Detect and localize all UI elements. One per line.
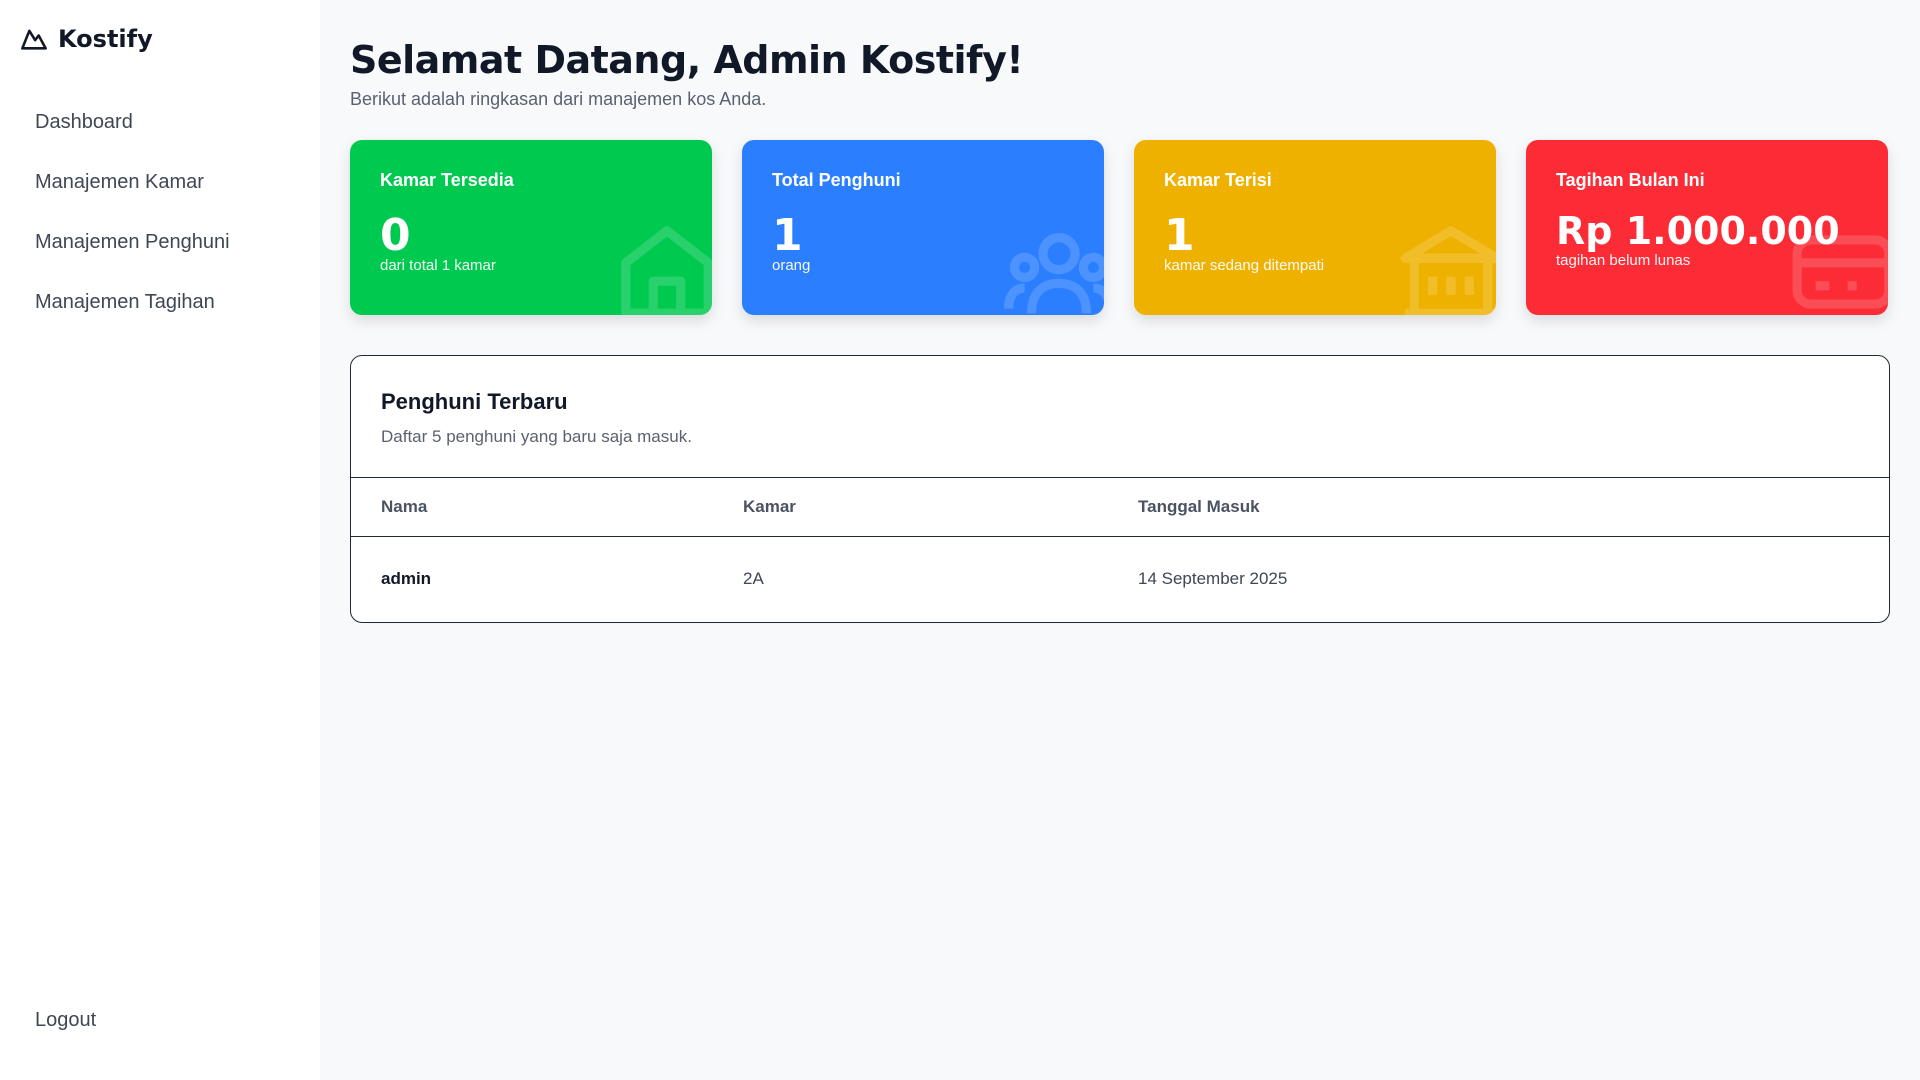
page-subtitle: Berikut adalah ringkasan dari manajemen … [350,89,767,109]
stat-card-kamar-tersedia: Kamar Tersedia 0 dari total 1 kamar [350,140,712,315]
stats-row: Kamar Tersedia 0 dari total 1 kamar Tota… [350,140,1890,315]
recent-residents-table: Nama Kamar Tanggal Masuk admin 2A 14 Sep… [351,478,1889,622]
column-header-tanggal-masuk: Tanggal Masuk [1138,478,1889,537]
stat-title: Kamar Tersedia [380,170,514,190]
stat-card-kamar-terisi: Kamar Terisi 1 kamar sedang ditempati [1134,140,1496,315]
building-icon [1400,226,1496,315]
recent-residents-card: Penghuni Terbaru Daftar 5 penghuni yang … [350,355,1890,623]
column-header-nama: Nama [351,478,743,537]
stat-card-total-penghuni: Total Penghuni 1 orang [742,140,1104,315]
stat-card-tagihan-bulan-ini: Tagihan Bulan Ini Rp 1.000.000 tagihan b… [1526,140,1888,315]
mountain-logo-icon [21,29,47,50]
table-header-row: Nama Kamar Tanggal Masuk [351,478,1889,537]
home-icon [621,226,712,315]
sidebar-item-manajemen-tagihan[interactable]: Manajemen Tagihan [20,276,300,328]
resident-name: admin [381,569,432,589]
column-header-kamar: Kamar [743,478,1138,537]
recent-residents-description: Daftar 5 penghuni yang baru saja masuk. [381,427,692,446]
sidebar-item-manajemen-penghuni[interactable]: Manajemen Penghuni [20,216,300,268]
users-icon [1004,233,1104,314]
page-title: Selamat Datang, Admin Kostify! [350,38,1024,82]
credit-card-icon [1792,235,1888,309]
sidebar: Kostify Dashboard Manajemen Kamar Manaje… [0,0,320,1080]
resident-date: 14 September 2025 [1138,569,1288,589]
brand[interactable]: Kostify [20,24,300,54]
recent-residents-title: Penghuni Terbaru [381,389,568,414]
main-content: Selamat Datang, Admin Kostify! Berikut a… [320,0,1920,1080]
recent-residents-header: Penghuni Terbaru Daftar 5 penghuni yang … [351,356,1889,478]
sidebar-nav: Dashboard Manajemen Kamar Manajemen Peng… [20,96,300,328]
logout-button[interactable]: Logout [20,998,300,1042]
sidebar-item-manajemen-kamar[interactable]: Manajemen Kamar [20,156,300,208]
sidebar-item-dashboard[interactable]: Dashboard [20,96,300,148]
table-row: admin 2A 14 September 2025 [351,536,1889,622]
resident-room: 2A [743,569,764,589]
stat-title: Tagihan Bulan Ini [1556,170,1705,190]
brand-name: Kostify [58,25,153,53]
stat-title: Total Penghuni [772,170,901,190]
stat-title: Kamar Terisi [1164,170,1272,190]
